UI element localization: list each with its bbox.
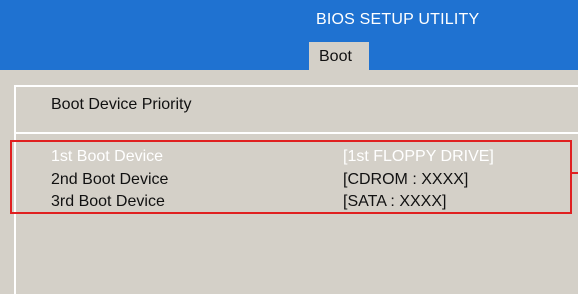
bios-setup-screen: BIOS SETUP UTILITY Boot Boot Device Prio… [0,0,578,294]
window-title: BIOS SETUP UTILITY [316,11,480,28]
section-divider [16,132,578,134]
highlight-tick [572,172,578,174]
panel-top-border [16,85,578,87]
title-bar: BIOS SETUP UTILITY [0,0,578,40]
menu-bar [0,40,578,70]
tab-boot[interactable]: Boot [309,42,369,70]
section-title: Boot Device Priority [51,96,192,113]
tab-boot-label: Boot [319,48,352,65]
highlight-box [10,140,572,214]
